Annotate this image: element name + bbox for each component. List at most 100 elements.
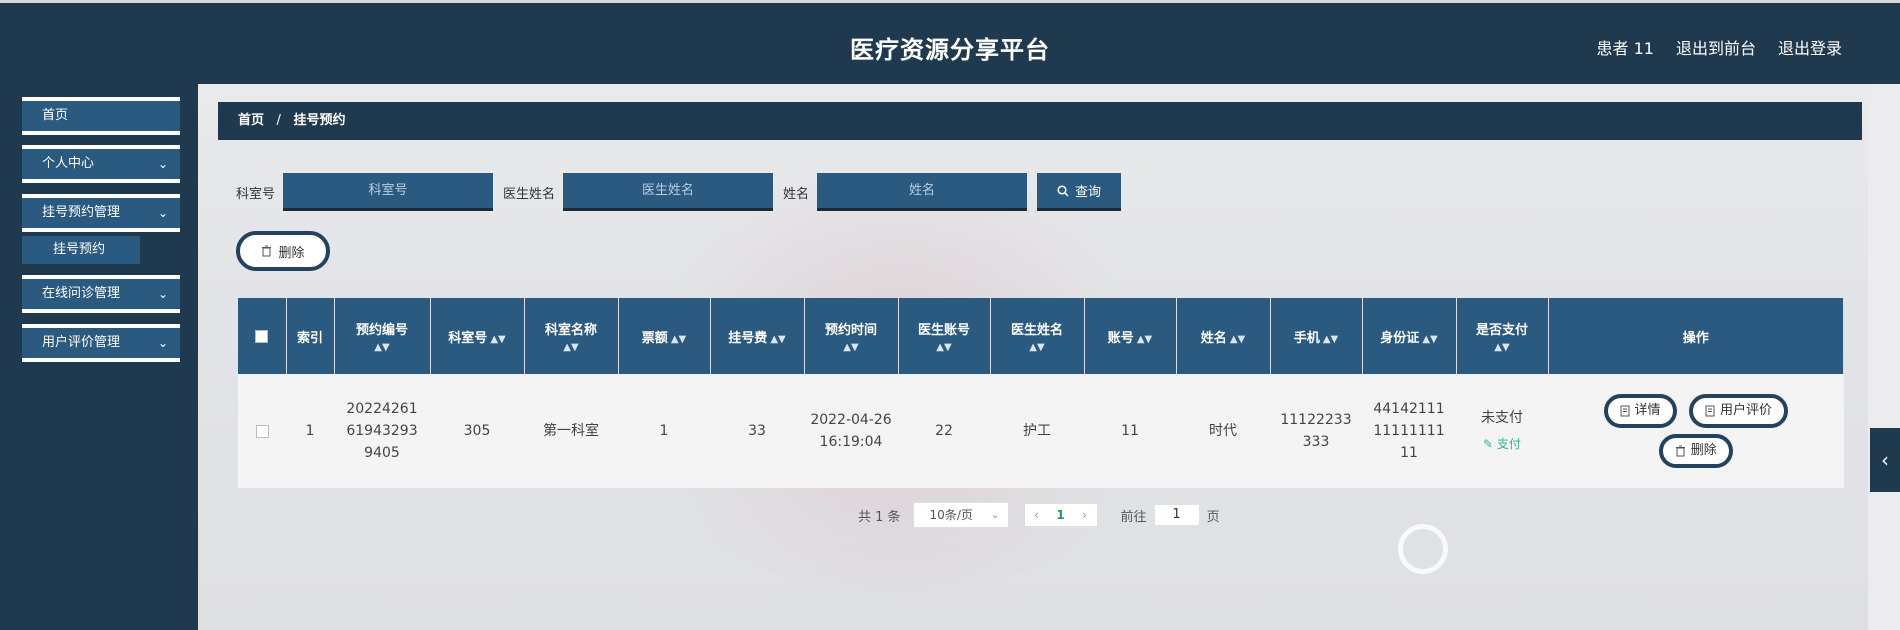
chevron-down-icon: ⌄ xyxy=(157,206,168,220)
table-row: 1 20224261619432939405 305 第一科室 1 33 202… xyxy=(238,374,1844,488)
total-count: 共 1 条 xyxy=(858,509,901,525)
sort-icon[interactable]: ▲▼ xyxy=(995,342,1080,353)
main-content: 首页 / 挂号预约 科室号 医生姓名 姓名 查询 删除 索引 预约编号▲▼ 科室… xyxy=(198,84,1868,630)
search-form: 科室号 医生姓名 姓名 查询 xyxy=(236,172,1122,212)
row-select[interactable] xyxy=(238,374,286,488)
prev-page-icon[interactable]: ‹ xyxy=(1025,508,1049,522)
next-page-icon[interactable]: › xyxy=(1073,508,1097,522)
table-header-row: 索引 预约编号 ▲▼ 科室号 ▲▼ 科室名称 ▲▼ 票额 ▲▼ 挂号费 ▲▼ 预约时间 ▲▼… xyxy=(238,298,1844,374)
header-doctor-account[interactable]: 医生账号 ▲▼ xyxy=(898,298,991,374)
dept-no-input[interactable] xyxy=(283,173,494,211)
cell-fee: 33 xyxy=(710,374,804,488)
cell-index: 1 xyxy=(286,374,334,488)
cell-dept-no: 305 xyxy=(430,374,524,488)
header-phone[interactable]: 手机 ▲▼ xyxy=(1270,298,1363,374)
row-checkbox[interactable] xyxy=(255,424,269,438)
select-all-checkbox[interactable] xyxy=(255,329,269,343)
page-number[interactable]: 1 xyxy=(1049,508,1073,522)
cell-id-card: 441421111111111111 xyxy=(1362,374,1456,488)
sort-icon[interactable]: ▲▼ xyxy=(671,334,686,345)
sort-icon[interactable]: ▲▼ xyxy=(903,342,986,353)
cell-name: 时代 xyxy=(1176,374,1270,488)
sidebar-item-personal-center[interactable]: 个人中心 ⌄ xyxy=(22,145,180,183)
document-icon xyxy=(1620,405,1629,417)
cell-quota: 1 xyxy=(618,374,710,488)
sidebar-subitem-booking[interactable]: 挂号预约 xyxy=(22,236,140,264)
doctor-name-input[interactable] xyxy=(563,173,774,211)
sort-icon[interactable]: ▲▼ xyxy=(1323,334,1338,345)
sort-icon[interactable]: ▲▼ xyxy=(1137,334,1152,345)
chevron-down-icon: ⌄ xyxy=(157,336,168,350)
header-dept-name[interactable]: 科室名称 ▲▼ xyxy=(524,298,619,374)
page-suffix: 页 xyxy=(1206,509,1220,525)
cell-booking-no: 20224261619432939405 xyxy=(334,374,430,488)
chevron-left-icon[interactable]: ‹ xyxy=(1870,428,1900,492)
sidebar-item-label: 挂号预约 xyxy=(53,242,106,257)
paid-status: 未支付 xyxy=(1481,410,1523,426)
sidebar-item-booking-management[interactable]: 挂号预约管理 ⌄ xyxy=(22,194,180,232)
page-nav: ‹ 1 › xyxy=(1024,504,1097,526)
breadcrumb-home[interactable]: 首页 xyxy=(238,113,264,128)
header-paid[interactable]: 是否支付 ▲▼ xyxy=(1456,298,1549,374)
header-dept-no[interactable]: 科室号 ▲▼ xyxy=(430,298,525,374)
sidebar-item-label: 首页 xyxy=(42,108,69,123)
sort-icon[interactable]: ▲▼ xyxy=(1422,334,1437,345)
trash-icon xyxy=(262,245,272,257)
sort-icon[interactable]: ▲▼ xyxy=(490,334,505,345)
header-select-all[interactable] xyxy=(238,298,287,374)
sort-icon[interactable]: ▲▼ xyxy=(529,342,614,353)
right-edge-strip xyxy=(1868,84,1900,630)
header-quota[interactable]: 票额 ▲▼ xyxy=(618,298,711,374)
batch-delete-button[interactable]: 删除 xyxy=(236,231,330,271)
sidebar-item-label: 在线问诊管理 xyxy=(42,286,121,301)
name-input[interactable] xyxy=(817,173,1028,211)
cell-account: 11 xyxy=(1084,374,1176,488)
breadcrumb-separator: / xyxy=(276,113,281,128)
page-size-select[interactable]: 10条/页 ⌄ xyxy=(912,502,1009,528)
sidebar-item-label: 个人中心 xyxy=(42,156,95,171)
cell-operations: 详情 用户评价 删除 xyxy=(1548,374,1844,488)
batch-delete-label: 删除 xyxy=(278,245,305,261)
sidebar-item-user-review[interactable]: 用户评价管理 ⌄ xyxy=(22,324,180,362)
sidebar-item-label: 挂号预约管理 xyxy=(42,205,121,220)
name-label: 姓名 xyxy=(783,186,810,202)
doctor-name-label: 医生姓名 xyxy=(503,186,556,202)
chevron-down-icon: ⌄ xyxy=(157,157,168,171)
header-name[interactable]: 姓名 ▲▼ xyxy=(1176,298,1271,374)
trash-icon xyxy=(1675,445,1685,457)
sidebar-item-online-consult[interactable]: 在线问诊管理 ⌄ xyxy=(22,275,180,313)
pay-link[interactable]: ✎ 支付 xyxy=(1460,433,1544,455)
header-fee[interactable]: 挂号费 ▲▼ xyxy=(710,298,805,374)
search-icon xyxy=(1057,184,1069,197)
sort-icon[interactable]: ▲▼ xyxy=(1461,342,1544,353)
cell-phone: 11122233333 xyxy=(1270,374,1362,488)
header-doctor-name[interactable]: 医生姓名 ▲▼ xyxy=(990,298,1085,374)
sort-icon[interactable]: ▲▼ xyxy=(809,342,894,353)
user-review-button[interactable]: 用户评价 xyxy=(1688,394,1788,428)
user-links: 患者 11 退出到前台 退出登录 xyxy=(1597,35,1842,59)
breadcrumb: 首页 / 挂号预约 xyxy=(218,102,1862,140)
current-user[interactable]: 患者 11 xyxy=(1597,35,1654,59)
goto-page-input[interactable]: 1 xyxy=(1154,505,1199,525)
header-time[interactable]: 预约时间 ▲▼ xyxy=(804,298,899,374)
search-button[interactable]: 查询 xyxy=(1037,173,1122,211)
cell-dept-name: 第一科室 xyxy=(524,374,618,488)
goto-label: 前往 xyxy=(1120,509,1147,525)
header-account[interactable]: 账号 ▲▼ xyxy=(1084,298,1177,374)
background-ring xyxy=(1398,524,1448,574)
top-header: 医疗资源分享平台 患者 11 退出到前台 退出登录 xyxy=(0,0,1900,84)
header-id-card[interactable]: 身份证 ▲▼ xyxy=(1362,298,1457,374)
row-delete-button[interactable]: 删除 xyxy=(1658,434,1733,468)
logout-link[interactable]: 退出登录 xyxy=(1778,35,1842,59)
sidebar-item-home[interactable]: 首页 xyxy=(22,97,180,135)
header-booking-no[interactable]: 预约编号 ▲▼ xyxy=(334,298,431,374)
detail-button[interactable]: 详情 xyxy=(1603,394,1677,428)
cell-doctor-name: 护工 xyxy=(990,374,1084,488)
sort-icon[interactable]: ▲▼ xyxy=(1230,334,1245,345)
dept-no-label: 科室号 xyxy=(236,186,276,202)
back-to-front-link[interactable]: 退出到前台 xyxy=(1676,35,1756,59)
sort-icon[interactable]: ▲▼ xyxy=(770,334,785,345)
header-operations: 操作 xyxy=(1548,298,1844,374)
sort-icon[interactable]: ▲▼ xyxy=(339,342,426,353)
sidebar: 首页 个人中心 ⌄ 挂号预约管理 ⌄ 挂号预约 在线问诊管理 ⌄ 用户评价管理 … xyxy=(0,84,198,630)
